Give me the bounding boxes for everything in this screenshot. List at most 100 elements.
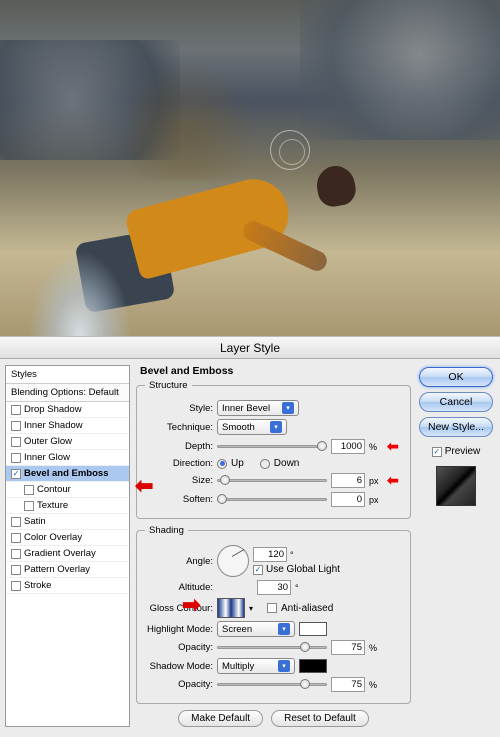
style-label: Gradient Overlay: [24, 548, 96, 559]
cloud: [300, 0, 500, 140]
preview-checkbox[interactable]: ✓: [432, 447, 442, 457]
highlight-mode-value: Screen: [222, 624, 252, 635]
altitude-label: Altitude:: [145, 582, 213, 593]
technique-label: Technique:: [145, 422, 213, 433]
annotation-arrow-icon: ⬅: [182, 592, 200, 618]
style-checkbox[interactable]: [11, 533, 21, 543]
down-label: Down: [274, 458, 300, 469]
style-row-stroke[interactable]: Stroke: [6, 578, 129, 594]
depth-input[interactable]: 1000: [331, 439, 365, 454]
water-splash: [20, 236, 140, 336]
style-label: Pattern Overlay: [24, 564, 90, 575]
annotation-arrow-icon: ⬅: [135, 473, 153, 499]
shading-legend: Shading: [145, 525, 188, 536]
shadow-opacity-label: Opacity:: [145, 679, 213, 690]
blending-options-row[interactable]: Blending Options: Default: [6, 384, 129, 402]
style-row-satin[interactable]: Satin: [6, 514, 129, 530]
style-label: Drop Shadow: [24, 404, 82, 415]
styles-header[interactable]: Styles: [6, 366, 129, 384]
style-label: Satin: [24, 516, 46, 527]
highlight-opacity-label: Opacity:: [145, 642, 213, 653]
soften-input[interactable]: 0: [331, 492, 365, 507]
soften-unit: px: [369, 495, 383, 505]
shadow-mode-value: Multiply: [222, 661, 254, 672]
background-artwork: [0, 0, 500, 336]
direction-down-radio[interactable]: [260, 459, 270, 469]
ok-button[interactable]: OK: [419, 367, 493, 387]
style-checkbox[interactable]: [11, 517, 21, 527]
shadow-color-swatch[interactable]: [299, 659, 327, 673]
gloss-contour-label: Gloss Contour:: [145, 603, 213, 614]
structure-group: Structure Style: Inner Bevel ▾ Technique…: [136, 380, 411, 519]
soften-slider[interactable]: [217, 493, 327, 507]
style-checkbox[interactable]: [11, 581, 21, 591]
dropdown-arrow-icon: ▾: [278, 623, 290, 635]
depth-unit: %: [369, 442, 383, 452]
highlight-color-swatch[interactable]: [299, 622, 327, 636]
shadow-opacity-slider[interactable]: [217, 678, 327, 692]
anti-aliased-label: Anti-aliased: [281, 603, 333, 614]
style-checkbox[interactable]: [11, 437, 21, 447]
shadow-opacity-unit: %: [369, 680, 383, 690]
style-dropdown[interactable]: Inner Bevel ▾: [217, 400, 299, 416]
new-style-button[interactable]: New Style...: [419, 417, 493, 437]
style-label: Bevel and Emboss: [24, 468, 108, 479]
global-light-checkbox[interactable]: ✓: [253, 565, 263, 575]
style-row-pattern-overlay[interactable]: Pattern Overlay: [6, 562, 129, 578]
highlight-mode-label: Highlight Mode:: [145, 624, 213, 635]
style-checkbox[interactable]: [24, 501, 34, 511]
altitude-input[interactable]: 30: [257, 580, 291, 595]
highlight-mode-dropdown[interactable]: Screen ▾: [217, 621, 295, 637]
dropdown-arrow-icon: ▾: [282, 402, 294, 414]
style-checkbox[interactable]: [11, 405, 21, 415]
highlight-opacity-input[interactable]: 75: [331, 640, 365, 655]
style-value: Inner Bevel: [222, 403, 270, 414]
style-checkbox[interactable]: [11, 453, 21, 463]
style-label: Style:: [145, 403, 213, 414]
style-label: Outer Glow: [24, 436, 72, 447]
style-checkbox[interactable]: [11, 421, 21, 431]
direction-up-radio[interactable]: [217, 459, 227, 469]
size-input[interactable]: 6: [331, 473, 365, 488]
style-row-color-overlay[interactable]: Color Overlay: [6, 530, 129, 546]
angle-unit: °: [290, 550, 304, 560]
style-checkbox[interactable]: ✓: [11, 469, 21, 479]
shading-group: Shading Angle: 120 ° ✓ Use Global Light: [136, 525, 411, 704]
style-row-drop-shadow[interactable]: Drop Shadow: [6, 402, 129, 418]
style-row-texture[interactable]: Texture: [6, 498, 129, 514]
style-row-inner-shadow[interactable]: Inner Shadow: [6, 418, 129, 434]
angle-wheel[interactable]: [217, 545, 249, 577]
shadow-opacity-input[interactable]: 75: [331, 677, 365, 692]
style-label: Color Overlay: [24, 532, 82, 543]
technique-dropdown[interactable]: Smooth ▾: [217, 419, 287, 435]
style-row-gradient-overlay[interactable]: Gradient Overlay: [6, 546, 129, 562]
up-label: Up: [231, 458, 244, 469]
angle-label: Angle:: [145, 556, 213, 567]
style-label: Inner Glow: [24, 452, 70, 463]
structure-legend: Structure: [145, 380, 192, 391]
style-label: Stroke: [24, 580, 51, 591]
style-label: Texture: [37, 500, 68, 511]
style-checkbox[interactable]: [11, 565, 21, 575]
style-checkbox[interactable]: [11, 549, 21, 559]
style-row-inner-glow[interactable]: Inner Glow: [6, 450, 129, 466]
anti-aliased-checkbox[interactable]: [267, 603, 277, 613]
style-row-contour[interactable]: Contour: [6, 482, 129, 498]
highlight-opacity-unit: %: [369, 643, 383, 653]
cancel-button[interactable]: Cancel: [419, 392, 493, 412]
dropdown-arrow-icon: ▾: [270, 421, 282, 433]
preview-label: Preview: [445, 446, 481, 457]
gloss-contour-picker[interactable]: [217, 598, 245, 618]
size-slider[interactable]: [217, 474, 327, 488]
depth-slider[interactable]: [217, 440, 327, 454]
right-buttons-panel: OK Cancel New Style... ✓ Preview: [417, 365, 495, 727]
style-checkbox[interactable]: [24, 485, 34, 495]
shadow-mode-label: Shadow Mode:: [145, 661, 213, 672]
style-row-outer-glow[interactable]: Outer Glow: [6, 434, 129, 450]
dropdown-arrow-icon[interactable]: ▾: [249, 604, 253, 613]
shadow-mode-dropdown[interactable]: Multiply ▾: [217, 658, 295, 674]
highlight-opacity-slider[interactable]: [217, 641, 327, 655]
style-row-bevel-and-emboss[interactable]: ✓Bevel and Emboss: [6, 466, 129, 482]
angle-input[interactable]: 120: [253, 547, 287, 562]
size-label: Size:: [145, 475, 213, 486]
